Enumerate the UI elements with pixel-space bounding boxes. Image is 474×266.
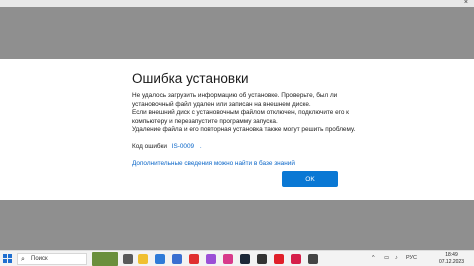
error-code-label: Код ошибки — [132, 143, 167, 150]
message-line: установочный файл удален или записан на … — [132, 100, 311, 108]
backdrop-bottom — [0, 200, 474, 250]
knowledge-base-link[interactable]: Дополнительные сведения можно найти в ба… — [132, 160, 295, 167]
mail-icon[interactable] — [155, 254, 165, 264]
backdrop-top — [0, 7, 474, 59]
taskbar: ⌕ Поиск ^ ▭ ♪ РУС 18:49 07.12.2023 — [0, 250, 474, 266]
message-line: Удаление файла и его повторная установка… — [132, 126, 356, 134]
app-icon[interactable] — [308, 254, 318, 264]
opera-gx-icon[interactable] — [291, 254, 301, 264]
network-icon[interactable]: ▭ — [384, 255, 389, 261]
task-view-icon[interactable] — [123, 254, 133, 264]
taskbar-clock[interactable]: 18:49 07.12.2023 — [439, 252, 464, 265]
opera-icon[interactable] — [274, 254, 284, 264]
search-icon: ⌕ — [21, 256, 25, 263]
search-placeholder: Поиск — [31, 256, 48, 262]
epic-icon[interactable] — [257, 254, 267, 264]
volume-icon[interactable]: ♪ — [395, 255, 398, 261]
install-error-dialog: Ошибка установки Не удалось загрузить ин… — [0, 59, 474, 200]
error-code-dot: . — [199, 143, 202, 150]
error-code-value[interactable]: IS-0009 — [172, 143, 194, 150]
steam-icon[interactable] — [240, 254, 250, 264]
store-icon[interactable] — [172, 254, 182, 264]
file-explorer-icon[interactable] — [138, 254, 148, 264]
close-icon[interactable]: × — [464, 0, 468, 7]
ok-button[interactable]: OK — [282, 171, 338, 187]
photos-icon[interactable] — [223, 254, 233, 264]
message-line: Если внешний диск с установочным файлом … — [132, 109, 349, 117]
clock-date: 07.12.2023 — [438, 258, 464, 265]
error-code-row: Код ошибки IS-0009 . — [132, 143, 202, 150]
podcast-icon[interactable] — [206, 254, 216, 264]
window-titlebar: × — [0, 0, 474, 7]
yandex-icon[interactable] — [189, 254, 199, 264]
minecraft-thumbnail[interactable] — [92, 252, 118, 266]
taskbar-search-input[interactable]: ⌕ Поиск — [17, 253, 87, 265]
message-line: Не удалось загрузить информацию об устан… — [132, 92, 338, 99]
dialog-title: Ошибка установки — [132, 71, 249, 86]
language-indicator[interactable]: РУС — [406, 255, 417, 261]
windows-start-icon[interactable] — [3, 254, 13, 264]
dialog-message: Не удалось загрузить информацию об устан… — [132, 92, 372, 135]
tray-chevron-icon[interactable]: ^ — [372, 255, 375, 261]
